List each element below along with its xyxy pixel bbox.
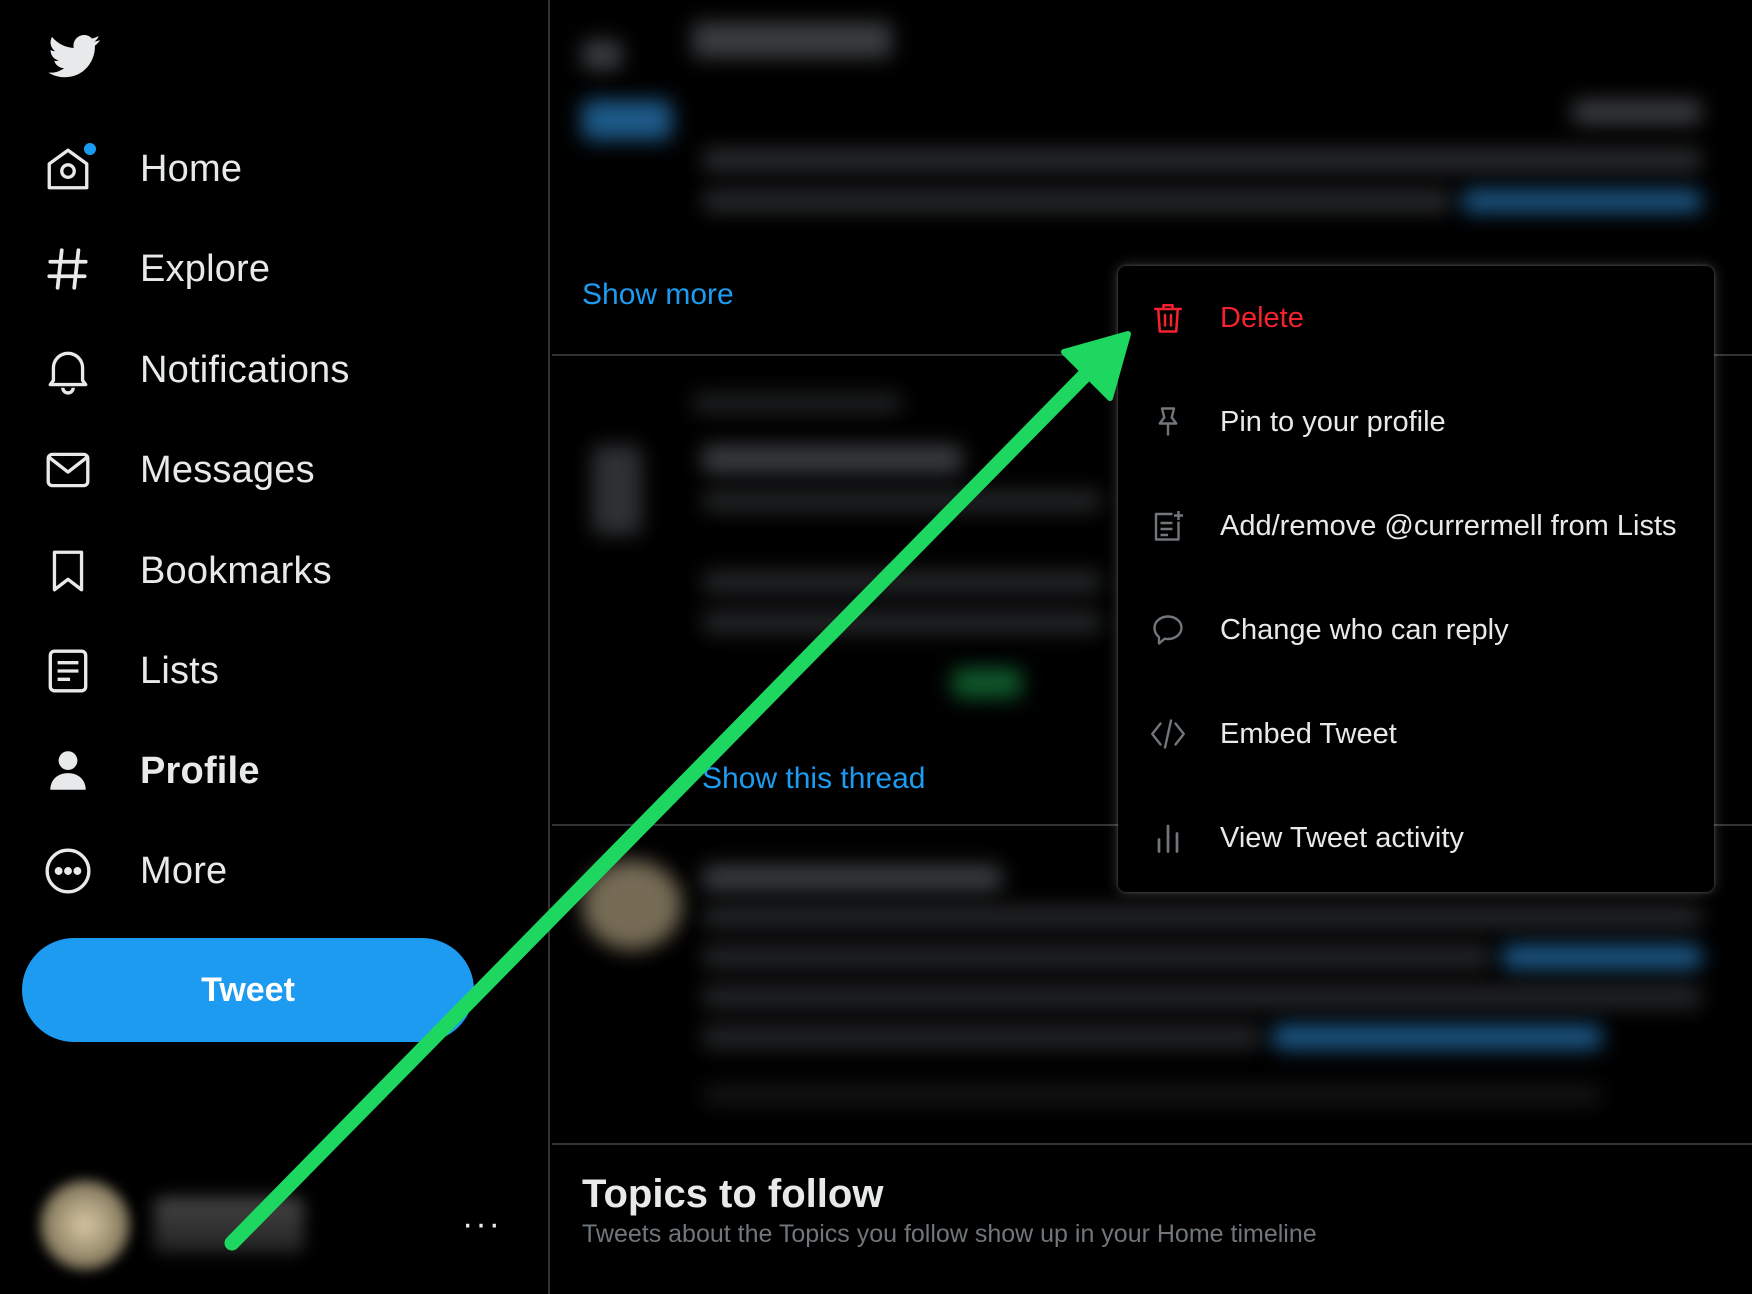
blurred-content [702, 905, 1702, 929]
sidebar-item-lists[interactable]: Lists [40, 636, 219, 706]
menu-item-delete[interactable]: Delete [1118, 266, 1714, 370]
home-icon [40, 141, 96, 197]
blurred-content [702, 148, 1702, 172]
code-icon [1148, 714, 1188, 754]
sidebar-item-label: Notifications [140, 348, 350, 391]
blurred-content [702, 490, 1102, 512]
menu-item-label: Change who can reply [1220, 613, 1509, 646]
twitter-bird-icon[interactable] [44, 30, 106, 82]
sidebar: Home Explore Notifications Messages Book… [0, 0, 550, 1294]
blurred-content [702, 610, 1102, 634]
sidebar-item-home[interactable]: Home [40, 134, 242, 204]
blurred-content [702, 985, 1702, 1009]
blurred-content [592, 445, 642, 535]
menu-item-embed-tweet[interactable]: Embed Tweet [1118, 682, 1714, 786]
show-this-thread-link[interactable]: Show this thread [702, 762, 925, 796]
add-list-icon [1148, 506, 1188, 546]
blurred-content [952, 668, 1022, 698]
menu-item-pin[interactable]: Pin to your profile [1118, 370, 1714, 474]
pin-icon [1148, 402, 1188, 442]
notification-dot [84, 143, 96, 155]
blurred-content [692, 392, 902, 414]
menu-item-tweet-activity[interactable]: View Tweet activity [1118, 786, 1714, 890]
blurred-content [702, 865, 1002, 891]
sidebar-item-explore[interactable]: Explore [40, 234, 270, 304]
blurred-content [702, 190, 1452, 212]
menu-item-label: Add/remove @currermell from Lists [1220, 509, 1677, 542]
show-more-link[interactable]: Show more [582, 278, 734, 312]
menu-item-label: View Tweet activity [1220, 821, 1464, 854]
avatar [40, 1180, 130, 1270]
blurred-content [1272, 1025, 1602, 1049]
speech-bubble-icon [1148, 610, 1188, 650]
sidebar-item-more[interactable]: More [40, 836, 227, 906]
blurred-content [702, 1085, 1602, 1105]
blurred-content [692, 22, 892, 58]
sidebar-item-label: Profile [140, 749, 260, 792]
topics-title: Topics to follow [582, 1172, 884, 1216]
bookmark-icon [40, 543, 96, 599]
person-icon [40, 743, 96, 799]
tweet-button[interactable]: Tweet [22, 938, 474, 1042]
menu-item-label: Delete [1220, 301, 1304, 334]
trash-icon [1148, 298, 1188, 338]
blurred-content [582, 860, 682, 950]
tweet-options-menu: Delete Pin to your profile Add/remove @c… [1118, 266, 1714, 892]
topics-subtitle: Tweets about the Topics you follow show … [582, 1220, 1317, 1248]
sidebar-item-notifications[interactable]: Notifications [40, 335, 350, 405]
blurred-content [1502, 945, 1702, 969]
blurred-content [1572, 100, 1702, 124]
divider [552, 1143, 1752, 1145]
hashtag-icon [40, 241, 96, 297]
sidebar-item-label: More [140, 849, 228, 892]
blurred-content [582, 40, 622, 70]
blurred-content [702, 945, 1492, 969]
account-switcher[interactable] [40, 1180, 304, 1270]
envelope-icon [40, 442, 96, 498]
bell-icon [40, 342, 96, 398]
list-icon [40, 643, 96, 699]
menu-item-change-reply[interactable]: Change who can reply [1118, 578, 1714, 682]
sidebar-item-profile[interactable]: Profile [40, 736, 260, 806]
blurred-content [702, 445, 962, 473]
account-name-blurred [154, 1197, 304, 1253]
sidebar-item-label: Lists [140, 649, 220, 692]
blurred-content [1462, 190, 1702, 212]
sidebar-item-messages[interactable]: Messages [40, 435, 315, 505]
more-circle-icon [40, 843, 96, 899]
sidebar-item-label: Home [140, 147, 243, 190]
sidebar-item-label: Messages [140, 448, 315, 491]
menu-item-add-remove-lists[interactable]: Add/remove @currermell from Lists [1118, 474, 1714, 578]
sidebar-item-label: Explore [140, 247, 271, 290]
blurred-content [702, 570, 1102, 594]
bar-chart-icon [1148, 818, 1188, 858]
sidebar-item-label: Bookmarks [140, 549, 332, 592]
blurred-content [582, 100, 672, 140]
menu-item-label: Embed Tweet [1220, 717, 1397, 750]
account-more-button[interactable]: ··· [462, 1205, 502, 1244]
menu-item-label: Pin to your profile [1220, 405, 1446, 438]
blurred-content [702, 1025, 1262, 1049]
sidebar-item-bookmarks[interactable]: Bookmarks [40, 536, 332, 606]
